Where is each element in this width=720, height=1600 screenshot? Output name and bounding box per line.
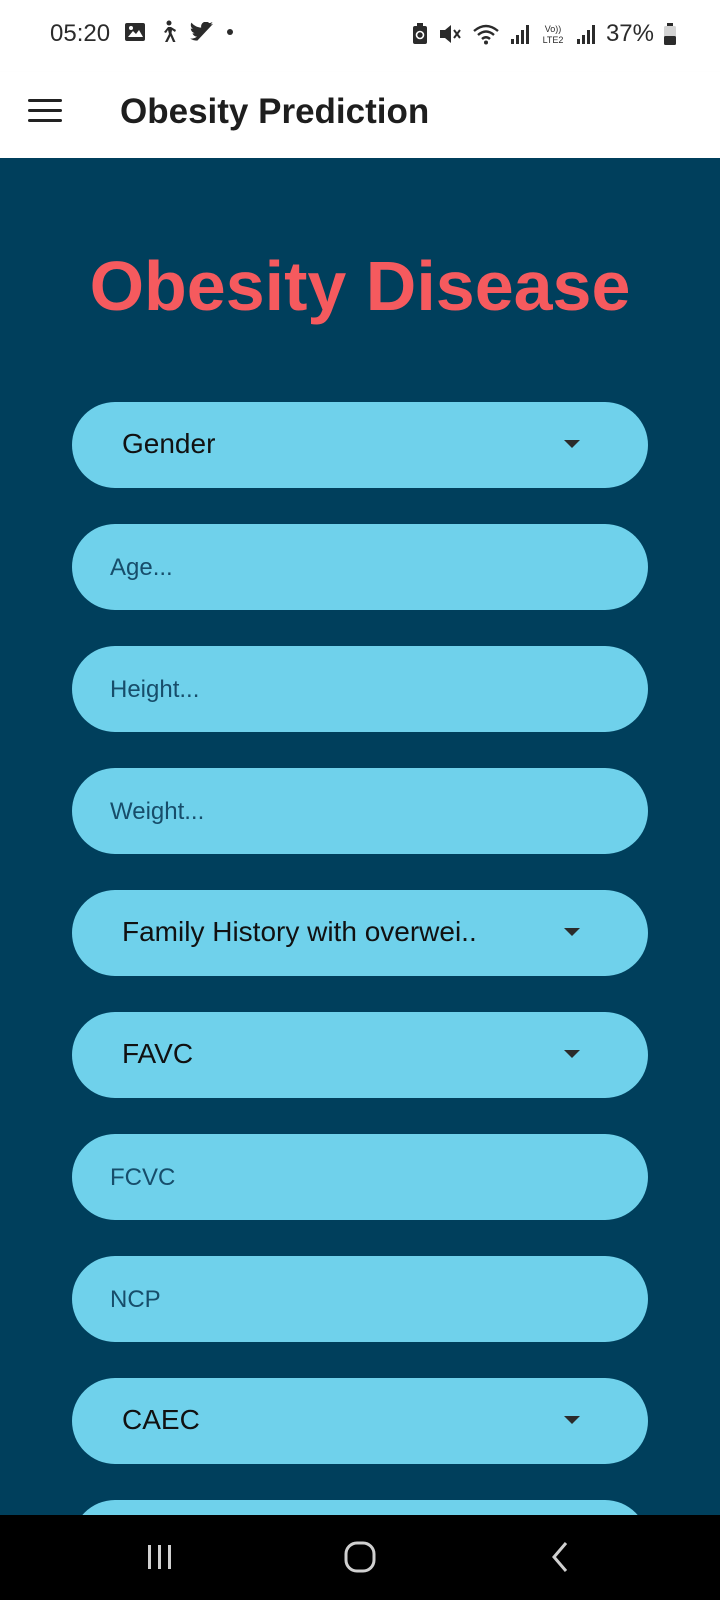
gallery-icon bbox=[125, 23, 145, 41]
weight-field-container bbox=[72, 768, 648, 856]
svg-text:Vo)): Vo)) bbox=[545, 24, 562, 34]
status-bar: 05:20 Vo)) LTE2 37% bbox=[0, 0, 720, 72]
app-bar: Obesity Prediction bbox=[0, 72, 720, 158]
age-field-container bbox=[72, 524, 648, 612]
chevron-down-icon bbox=[564, 1416, 580, 1424]
recent-apps-icon[interactable] bbox=[130, 1535, 190, 1579]
dot-icon bbox=[227, 29, 233, 35]
favc-dropdown-label: FAVC bbox=[122, 1038, 194, 1069]
status-notification-icons bbox=[124, 20, 234, 44]
chevron-down-icon bbox=[564, 1050, 580, 1058]
system-nav-bar bbox=[0, 1515, 720, 1600]
family-history-dropdown-label: Family History with overwei.. bbox=[122, 916, 477, 947]
battery-percentage: 37% bbox=[605, 20, 654, 47]
hamburger-menu-icon[interactable] bbox=[28, 96, 62, 126]
signal-icon bbox=[510, 25, 529, 44]
height-input[interactable] bbox=[108, 646, 612, 734]
mute-icon bbox=[439, 25, 461, 43]
battery-icon bbox=[664, 23, 676, 45]
caec-dropdown[interactable]: CAEC bbox=[72, 1378, 648, 1464]
ncp-field-container bbox=[72, 1256, 648, 1344]
home-icon[interactable] bbox=[330, 1535, 390, 1579]
chevron-down-icon bbox=[564, 440, 580, 448]
family-history-dropdown[interactable]: Family History with overwei.. bbox=[72, 890, 648, 976]
favc-dropdown[interactable]: FAVC bbox=[72, 1012, 648, 1098]
status-time: 05:20 bbox=[50, 20, 111, 47]
walking-icon bbox=[164, 20, 176, 42]
signal-icon bbox=[576, 25, 595, 44]
twitter-icon bbox=[190, 22, 214, 41]
weight-input[interactable] bbox=[108, 768, 612, 856]
wifi-icon bbox=[473, 24, 499, 45]
gender-dropdown-label: Gender bbox=[122, 428, 216, 459]
app-title: Obesity Prediction bbox=[120, 92, 430, 131]
page-heading: Obesity Disease bbox=[89, 247, 631, 325]
chevron-down-icon bbox=[564, 928, 580, 936]
fcvc-input[interactable] bbox=[108, 1134, 612, 1222]
back-icon[interactable] bbox=[530, 1535, 590, 1579]
ncp-input[interactable] bbox=[108, 1256, 612, 1344]
caec-dropdown-label: CAEC bbox=[122, 1404, 200, 1435]
main-content[interactable]: Obesity Disease Gender Family History wi… bbox=[0, 158, 720, 1515]
status-system-icons: Vo)) LTE2 37% bbox=[412, 20, 676, 48]
svg-text:LTE2: LTE2 bbox=[543, 35, 564, 45]
next-field-partial[interactable] bbox=[72, 1500, 648, 1515]
battery-saver-icon bbox=[412, 23, 427, 44]
volte-icon: Vo)) LTE2 bbox=[543, 24, 564, 45]
fcvc-field-container bbox=[72, 1134, 648, 1222]
height-field-container bbox=[72, 646, 648, 734]
gender-dropdown[interactable]: Gender bbox=[72, 402, 648, 488]
age-input[interactable] bbox=[108, 524, 612, 612]
